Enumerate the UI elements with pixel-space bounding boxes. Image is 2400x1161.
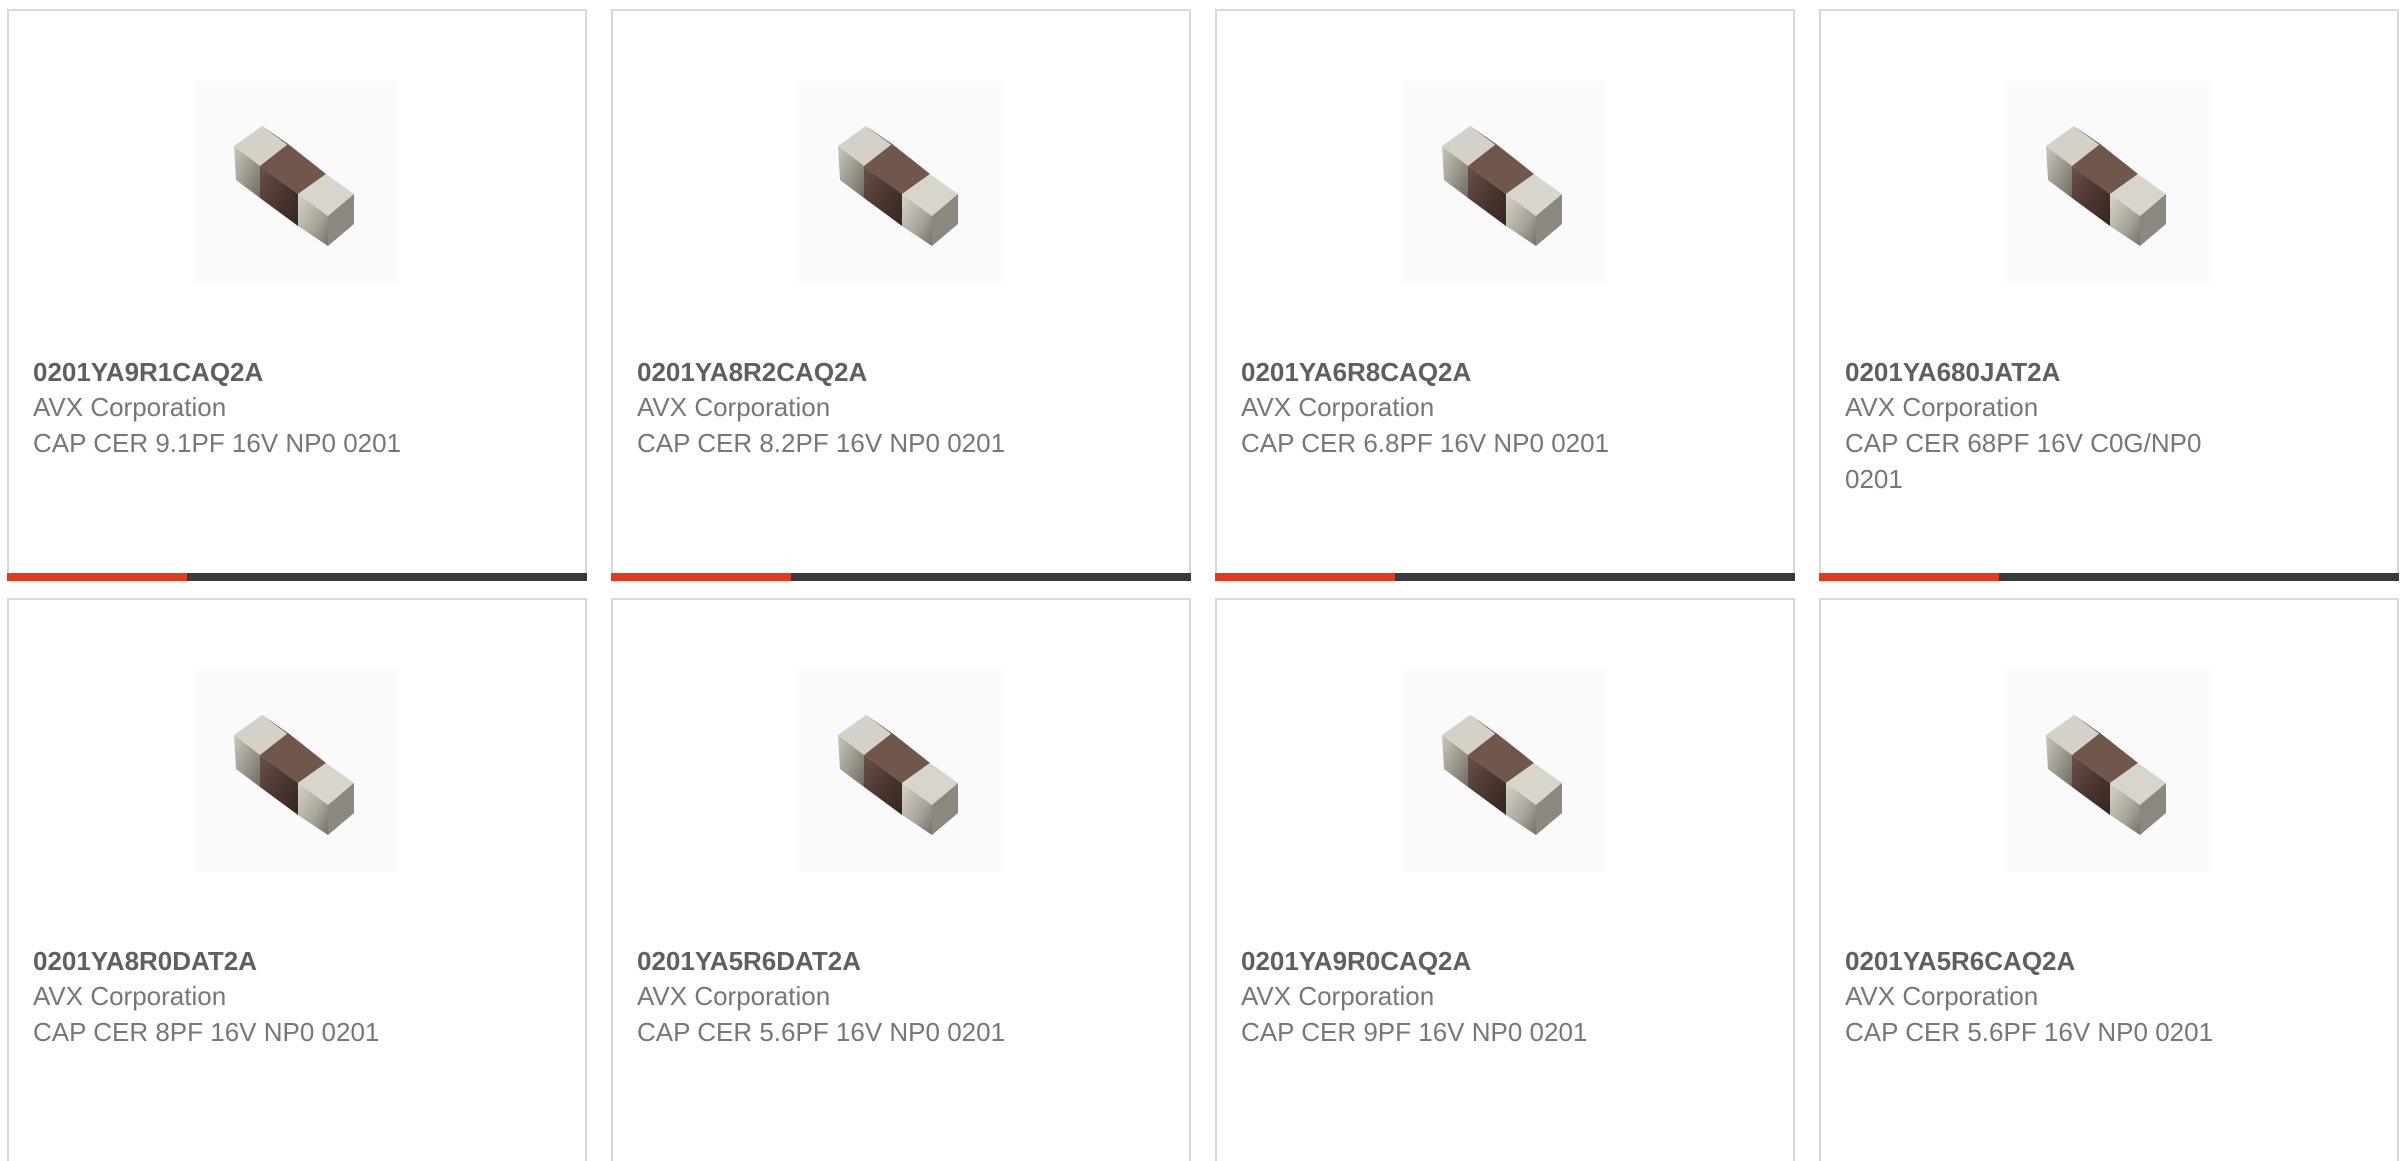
- product-card[interactable]: 0201YA8R2CAQ2A AVX Corporation CAP CER 8…: [611, 9, 1191, 581]
- progress-fill: [7, 573, 187, 581]
- manufacturer-label: AVX Corporation: [637, 392, 831, 422]
- product-grid: 0201YA9R1CAQ2A AVX Corporation CAP CER 9…: [0, 0, 2400, 1161]
- product-card[interactable]: 0201YA9R0CAQ2A AVX Corporation CAP CER 9…: [1215, 598, 1795, 1161]
- product-description: CAP CER 5.6PF 16V NP0 0201: [1845, 1017, 2214, 1047]
- manufacturer-label: AVX Corporation: [1845, 392, 2039, 422]
- product-card[interactable]: 0201YA8R0DAT2A AVX Corporation CAP CER 8…: [7, 598, 587, 1161]
- chip-capacitor-image[interactable]: [2007, 81, 2209, 283]
- chip-capacitor-image[interactable]: [195, 670, 397, 872]
- product-description: CAP CER 9PF 16V NP0 0201: [1241, 1017, 1588, 1047]
- chip-capacitor-image[interactable]: [2007, 670, 2209, 872]
- chip-capacitor-image[interactable]: [799, 670, 1001, 872]
- part-number-link[interactable]: 0201YA9R0CAQ2A: [1241, 944, 1711, 978]
- part-number-link[interactable]: 0201YA5R6CAQ2A: [1845, 944, 2315, 978]
- part-number-link[interactable]: 0201YA680JAT2A: [1845, 355, 2265, 389]
- product-card[interactable]: 0201YA9R1CAQ2A AVX Corporation CAP CER 9…: [7, 9, 587, 581]
- chip-capacitor-image[interactable]: [1403, 81, 1605, 283]
- chip-capacitor-image[interactable]: [799, 81, 1001, 283]
- manufacturer-label: AVX Corporation: [1845, 981, 2039, 1011]
- product-card[interactable]: 0201YA5R6DAT2A AVX Corporation CAP CER 5…: [611, 598, 1191, 1161]
- progress-fill: [1215, 573, 1395, 581]
- part-number-link[interactable]: 0201YA5R6DAT2A: [637, 944, 1107, 978]
- progress-fill: [1819, 573, 1999, 581]
- progress-fill: [611, 573, 791, 581]
- product-card[interactable]: 0201YA680JAT2A AVX Corporation CAP CER 6…: [1819, 9, 2399, 581]
- manufacturer-label: AVX Corporation: [33, 981, 227, 1011]
- product-description: CAP CER 9.1PF 16V NP0 0201: [33, 428, 402, 458]
- progress-bar: [611, 573, 1191, 581]
- product-description: CAP CER 68PF 16V C0G/NP0 0201: [1845, 428, 2202, 494]
- product-card[interactable]: 0201YA5R6CAQ2A AVX Corporation CAP CER 5…: [1819, 598, 2399, 1161]
- part-number-link[interactable]: 0201YA8R0DAT2A: [33, 944, 503, 978]
- manufacturer-label: AVX Corporation: [1241, 392, 1435, 422]
- part-number-link[interactable]: 0201YA8R2CAQ2A: [637, 355, 1107, 389]
- product-description: CAP CER 5.6PF 16V NP0 0201: [637, 1017, 1006, 1047]
- chip-capacitor-image[interactable]: [195, 81, 397, 283]
- progress-bar: [1215, 573, 1795, 581]
- progress-bar: [1819, 573, 2399, 581]
- manufacturer-label: AVX Corporation: [1241, 981, 1435, 1011]
- part-number-link[interactable]: 0201YA9R1CAQ2A: [33, 355, 503, 389]
- product-description: CAP CER 8.2PF 16V NP0 0201: [637, 428, 1006, 458]
- progress-bar: [7, 573, 587, 581]
- product-card[interactable]: 0201YA6R8CAQ2A AVX Corporation CAP CER 6…: [1215, 9, 1795, 581]
- product-description: CAP CER 6.8PF 16V NP0 0201: [1241, 428, 1610, 458]
- product-description: CAP CER 8PF 16V NP0 0201: [33, 1017, 380, 1047]
- chip-capacitor-image[interactable]: [1403, 670, 1605, 872]
- part-number-link[interactable]: 0201YA6R8CAQ2A: [1241, 355, 1711, 389]
- manufacturer-label: AVX Corporation: [637, 981, 831, 1011]
- manufacturer-label: AVX Corporation: [33, 392, 227, 422]
